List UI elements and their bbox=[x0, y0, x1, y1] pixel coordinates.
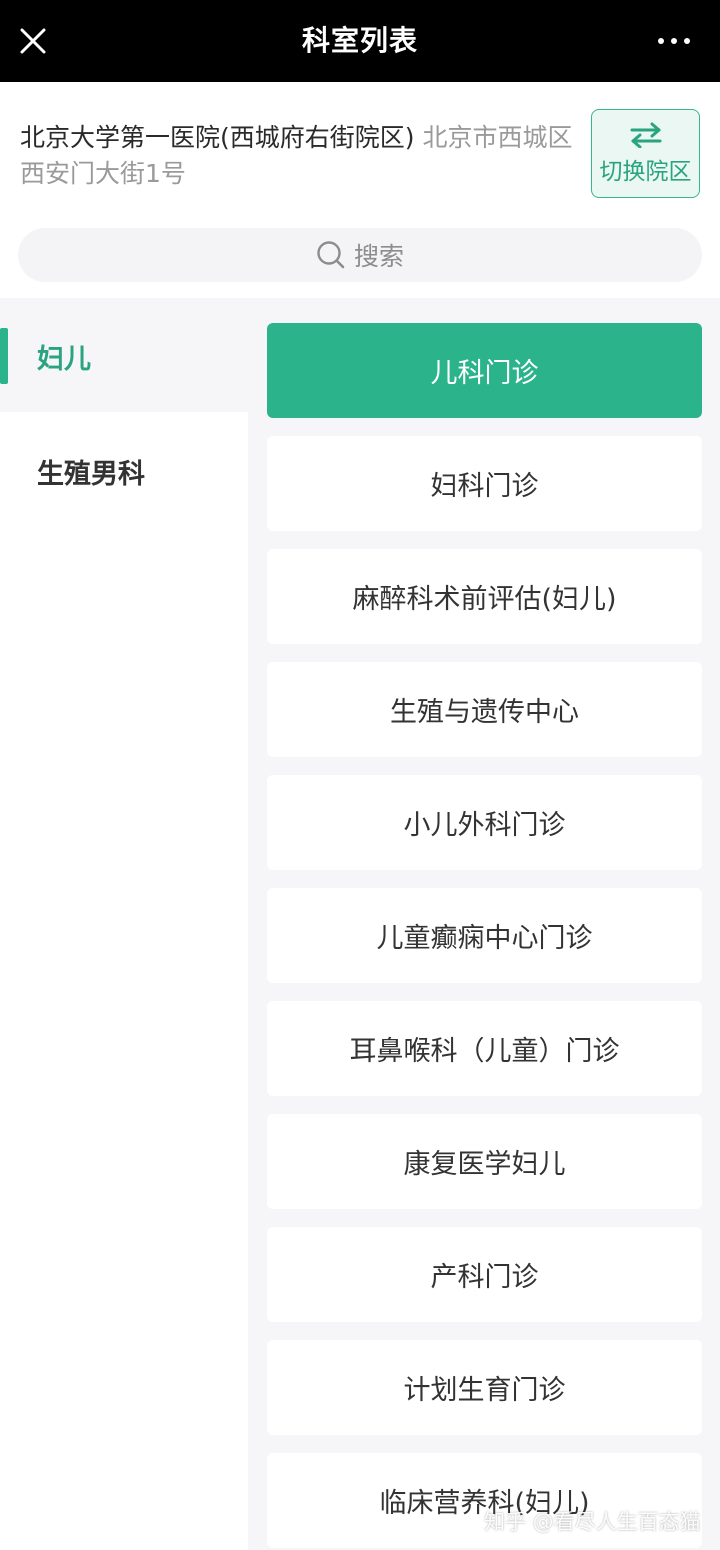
department-item[interactable]: 儿科门诊 bbox=[267, 323, 702, 418]
department-label: 生殖与遗传中心 bbox=[390, 697, 579, 728]
department-label: 麻醉科术前评估(妇儿) bbox=[352, 584, 617, 615]
title-bar: 科室列表 bbox=[0, 0, 720, 82]
switch-campus-button[interactable]: 切换院区 bbox=[591, 109, 700, 198]
hospital-info: 北京大学第一医院(西城府右街院区) 北京市西城区西安门大街1号 bbox=[20, 120, 575, 192]
close-button[interactable] bbox=[14, 22, 52, 60]
sidebar-item-shengzhi-nanke[interactable]: 生殖男科 bbox=[0, 415, 248, 527]
department-label: 康复医学妇儿 bbox=[403, 1149, 566, 1180]
more-dots-icon bbox=[658, 38, 664, 44]
more-dots-icon bbox=[671, 38, 677, 44]
hospital-name: 北京大学第一医院(西城府右街院区) bbox=[20, 123, 415, 152]
search-placeholder: 搜索 bbox=[353, 242, 404, 271]
department-item[interactable]: 耳鼻喉科（儿童）门诊 bbox=[267, 1001, 702, 1096]
swap-arrows-icon bbox=[630, 122, 661, 148]
category-sidebar: 妇儿 生殖男科 bbox=[0, 300, 248, 1550]
more-button[interactable] bbox=[650, 26, 698, 56]
department-item[interactable]: 妇科门诊 bbox=[267, 436, 702, 531]
watermark: 知乎 @看尽人生百态猫 bbox=[484, 1510, 701, 1534]
sidebar-item-fuer[interactable]: 妇儿 bbox=[0, 300, 248, 412]
department-label: 儿科门诊 bbox=[430, 358, 539, 389]
sidebar-item-label: 妇儿 bbox=[37, 343, 91, 375]
close-icon bbox=[20, 28, 46, 54]
department-item[interactable]: 产科门诊 bbox=[267, 1227, 702, 1322]
hospital-header: 北京大学第一医院(西城府右街院区) 北京市西城区西安门大街1号 切换院区 搜索 bbox=[0, 82, 720, 298]
more-dots-icon bbox=[684, 38, 690, 44]
active-indicator bbox=[0, 328, 8, 384]
department-label: 小儿外科门诊 bbox=[403, 810, 566, 841]
department-item[interactable]: 麻醉科术前评估(妇儿) bbox=[267, 549, 702, 644]
department-item[interactable]: 康复医学妇儿 bbox=[267, 1114, 702, 1209]
department-item[interactable]: 小儿外科门诊 bbox=[267, 775, 702, 870]
department-item[interactable]: 生殖与遗传中心 bbox=[267, 662, 702, 757]
department-item[interactable]: 儿童癫痫中心门诊 bbox=[267, 888, 702, 983]
switch-campus-label: 切换院区 bbox=[599, 158, 692, 185]
department-label: 妇科门诊 bbox=[430, 471, 539, 502]
search-icon bbox=[317, 241, 345, 269]
page-title: 科室列表 bbox=[301, 24, 418, 57]
sidebar-item-label: 生殖男科 bbox=[37, 458, 145, 490]
search-input[interactable]: 搜索 bbox=[18, 228, 702, 282]
department-label: 计划生育门诊 bbox=[403, 1375, 566, 1406]
department-item[interactable]: 计划生育门诊 bbox=[267, 1340, 702, 1435]
department-label: 产科门诊 bbox=[430, 1262, 539, 1293]
department-label: 儿童癫痫中心门诊 bbox=[376, 923, 593, 954]
department-label: 耳鼻喉科（儿童）门诊 bbox=[349, 1036, 620, 1067]
